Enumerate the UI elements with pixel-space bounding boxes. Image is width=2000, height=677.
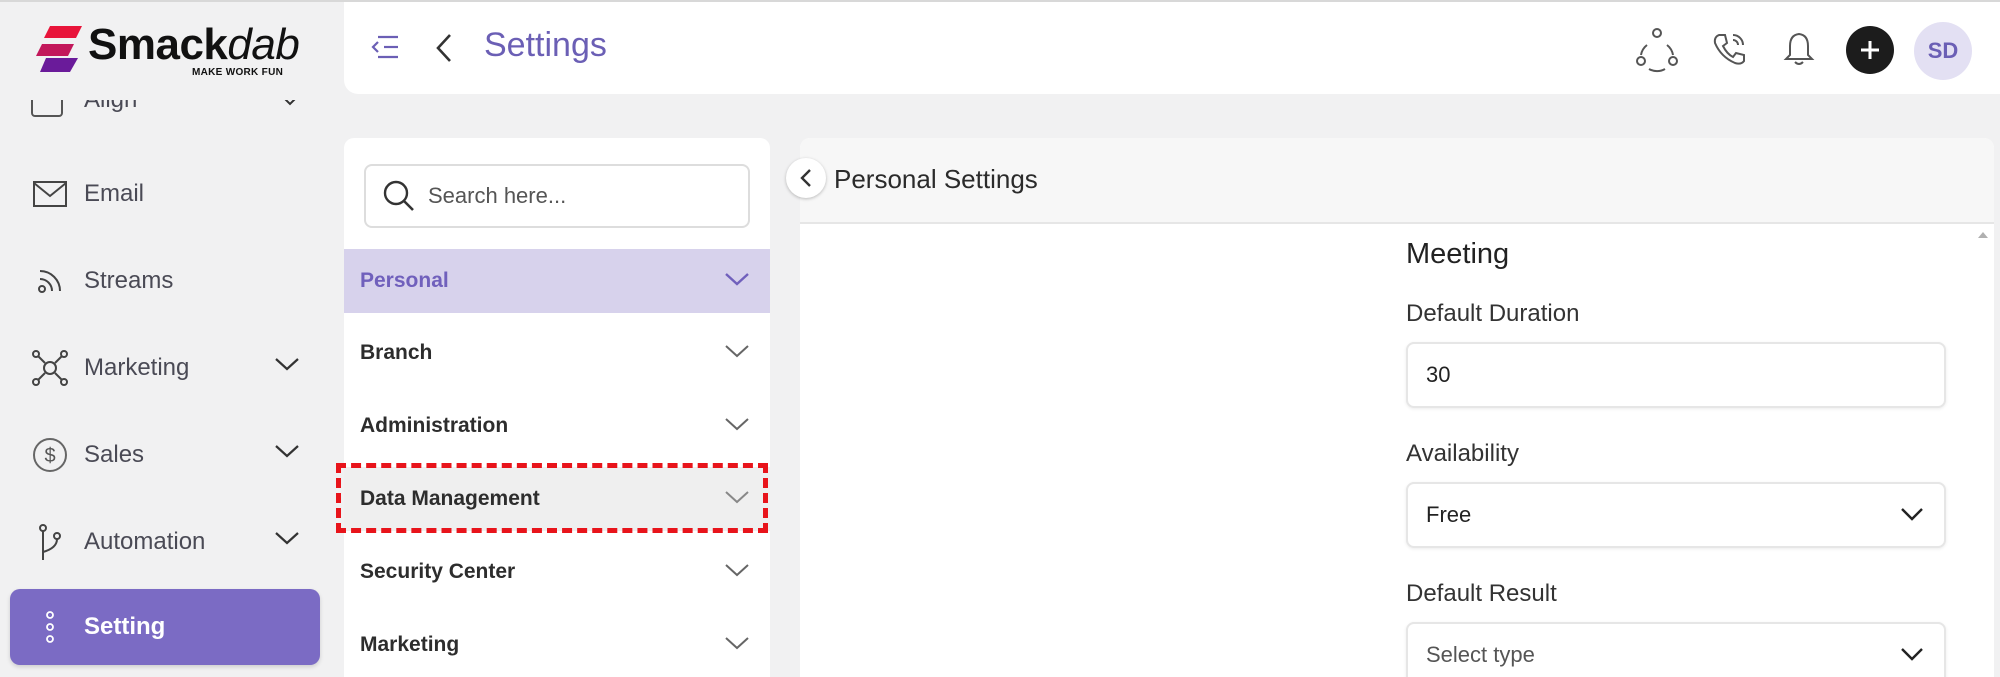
settings-menu-item-security-center[interactable]: Security Center	[344, 540, 770, 604]
settings-menu-item-label: Data Management	[360, 487, 540, 510]
settings-menu-item-label: Security Center	[360, 560, 516, 583]
chevron-down-icon	[725, 637, 749, 650]
sidebar-item-label: Streams	[84, 267, 174, 294]
plus-icon	[1861, 41, 1879, 59]
settings-menu-item-data-management[interactable]: Data Management	[344, 467, 770, 531]
search-input[interactable]	[428, 183, 728, 209]
back-arrow-icon[interactable]	[434, 32, 454, 64]
sidebar-item-sales[interactable]: $ Sales	[10, 417, 320, 493]
svg-text:$: $	[44, 445, 55, 467]
streams-icon	[30, 261, 70, 301]
search-icon	[383, 180, 414, 211]
availability-value: Free	[1426, 502, 1472, 527]
logo-brand-italic: dab	[227, 20, 300, 69]
settings-menu-item-branch[interactable]: Branch	[344, 321, 770, 385]
scroll-up-arrow-icon[interactable]	[1978, 232, 1988, 238]
logo-tagline: MAKE WORK FUN	[192, 67, 284, 78]
chevron-down-icon	[725, 491, 749, 504]
marketing-hub-icon	[30, 348, 70, 388]
chevron-down-icon	[275, 445, 299, 458]
chevron-down-icon	[275, 358, 299, 371]
settings-menu-panel: Personal Branch Administration Data Mana…	[344, 138, 770, 677]
settings-menu-item-label: Personal	[360, 269, 449, 292]
personal-settings-panel: Personal Settings Meeting Default Durati…	[800, 138, 1994, 677]
panel-title: Personal Settings	[834, 164, 1038, 194]
align-icon	[31, 100, 63, 117]
sidebar-item-setting[interactable]: Setting	[10, 589, 320, 665]
settings-menu-item-personal[interactable]: Personal	[344, 249, 770, 313]
sidebar-item-label: Automation	[84, 528, 206, 555]
chevron-down-icon	[275, 532, 299, 545]
settings-menu-item-label: Branch	[360, 341, 433, 364]
add-new-button[interactable]	[1846, 26, 1894, 74]
vertical-dots-icon	[30, 607, 70, 647]
chevron-down-icon	[725, 345, 749, 358]
logo-brand: Smack	[88, 20, 228, 69]
search-box[interactable]	[364, 164, 750, 228]
phone-call-icon[interactable]	[1704, 24, 1754, 74]
sidebar: Smackdab MAKE WORK FUN Align Email Strea…	[0, 2, 336, 677]
sidebar-item-label: Marketing	[84, 354, 190, 381]
logo-mark-icon	[36, 26, 82, 72]
sidebar-item-automation[interactable]: Automation	[10, 504, 320, 580]
avatar[interactable]: SD	[1914, 22, 1972, 80]
panel-body	[800, 226, 1994, 677]
chevron-left-icon	[800, 169, 811, 187]
page-title: Settings	[484, 26, 607, 64]
availability-label: Availability	[1406, 440, 1519, 467]
chevron-down-icon	[725, 418, 749, 431]
sidebar-item-label: Sales	[84, 441, 145, 468]
logo-text: Smackdab	[88, 20, 300, 70]
section-title-meeting: Meeting	[1406, 238, 1510, 270]
sidebar-item-email[interactable]: Email	[10, 156, 320, 232]
sidebar-item-label: Setting	[84, 613, 166, 640]
top-header: Settings SD	[344, 2, 2000, 94]
sidebar-item-label: Email	[84, 180, 145, 207]
collapse-menu-button[interactable]	[786, 158, 826, 198]
default-duration-value: 30	[1426, 362, 1451, 387]
chevron-down-icon	[284, 100, 296, 106]
bell-icon[interactable]	[1774, 24, 1824, 74]
chevron-down-icon	[1901, 648, 1923, 661]
mail-icon	[30, 174, 70, 214]
dollar-icon: $	[30, 435, 70, 475]
availability-select[interactable]: Free	[1406, 482, 1946, 548]
sidebar-item-streams[interactable]: Streams	[10, 243, 320, 319]
settings-menu-item-label: Administration	[360, 414, 509, 437]
default-result-label: Default Result	[1406, 580, 1557, 607]
logo[interactable]: Smackdab MAKE WORK FUN	[36, 20, 306, 80]
menu-collapse-icon[interactable]	[370, 32, 400, 62]
team-network-icon[interactable]	[1632, 24, 1682, 74]
default-duration-label: Default Duration	[1406, 300, 1580, 327]
sidebar-item-marketing[interactable]: Marketing	[10, 330, 320, 406]
default-result-placeholder: Select type	[1426, 642, 1535, 667]
sidebar-item-partial-label: Align	[84, 100, 137, 114]
panel-header: Personal Settings	[800, 138, 1994, 224]
chevron-down-icon	[725, 564, 749, 577]
branch-icon	[30, 522, 70, 562]
settings-menu-item-label: Marketing	[360, 633, 460, 656]
sidebar-item-partial[interactable]: Align	[30, 100, 300, 124]
settings-menu-item-marketing[interactable]: Marketing	[344, 613, 770, 677]
chevron-down-icon	[725, 273, 749, 286]
default-duration-field[interactable]: 30	[1406, 342, 1946, 408]
default-result-select[interactable]: Select type	[1406, 622, 1946, 677]
chevron-down-icon	[1901, 508, 1923, 521]
settings-menu-item-administration[interactable]: Administration	[344, 394, 770, 458]
